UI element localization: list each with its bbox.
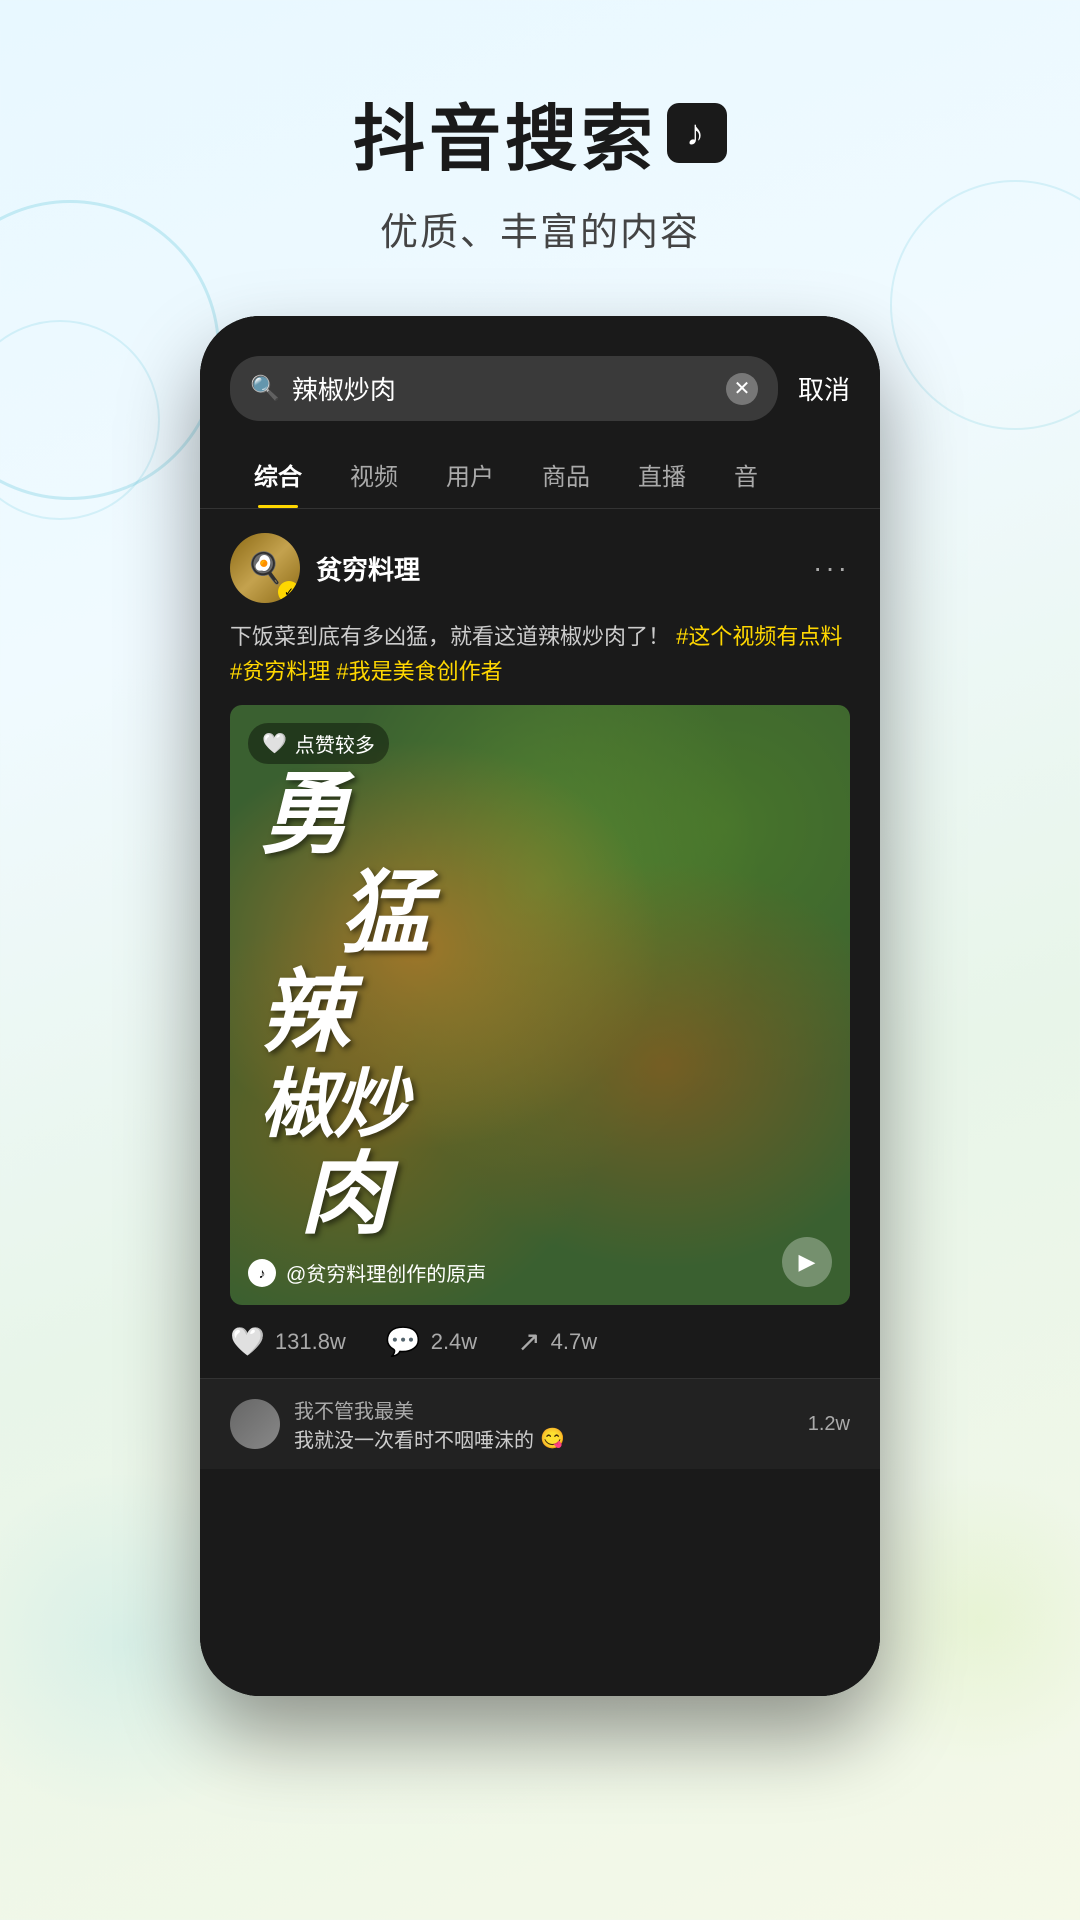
post-card: 🍳 ✓ 贫穷料理 ··· 下饭菜到底有多凶猛，就看这道辣椒炒肉了！ #这个视频有… bbox=[200, 509, 880, 1378]
search-bar-area: 🔍 辣椒炒肉 ✕ 取消 bbox=[200, 316, 880, 441]
comment-author: 我不管我最美 bbox=[294, 1395, 794, 1424]
tab-视频[interactable]: 视频 bbox=[326, 441, 422, 508]
tab-直播[interactable]: 直播 bbox=[614, 441, 710, 508]
calligraphy-line-1: 勇 bbox=[260, 766, 348, 865]
share-icon: ↗ bbox=[517, 1325, 540, 1358]
author-name: 贫穷料理 bbox=[316, 550, 420, 587]
hashtag-1[interactable]: #这个视频有点料 bbox=[676, 624, 842, 649]
comment-preview: 我不管我最美 我就没一次看时不咽唾沫的 😋 1.2w bbox=[200, 1378, 880, 1469]
phone-wrapper: 🔍 辣椒炒肉 ✕ 取消 综合 视频 用户 商品 bbox=[0, 316, 1080, 1696]
search-clear-button[interactable]: ✕ bbox=[726, 373, 758, 405]
comment-button[interactable]: 💬 2.4w bbox=[386, 1325, 477, 1358]
audio-label: @贫穷料理创作的原声 bbox=[286, 1258, 486, 1287]
main-title-text: 抖音搜索 bbox=[353, 80, 657, 185]
calligraphy-line-5: 肉 bbox=[300, 1146, 388, 1245]
tiktok-mini-icon: ♪ bbox=[248, 1259, 276, 1287]
tabs-bar: 综合 视频 用户 商品 直播 音 bbox=[200, 441, 880, 509]
search-cancel-button[interactable]: 取消 bbox=[798, 370, 850, 407]
search-icon: 🔍 bbox=[250, 374, 280, 403]
tab-商品[interactable]: 商品 bbox=[518, 441, 614, 508]
calligraphy-line-2: 猛 bbox=[340, 865, 428, 964]
video-text-overlay: 勇 猛 辣 椒炒 肉 bbox=[230, 705, 850, 1305]
search-input-box[interactable]: 🔍 辣椒炒肉 ✕ bbox=[230, 356, 778, 421]
tab-综合[interactable]: 综合 bbox=[230, 441, 326, 508]
engagement-bar: 🤍 131.8w 💬 2.4w ↗ 4.7w bbox=[230, 1305, 850, 1378]
comment-texts: 我不管我最美 我就没一次看时不咽唾沫的 😋 bbox=[294, 1395, 794, 1453]
verified-badge: ✓ bbox=[278, 581, 300, 603]
content-area: 🍳 ✓ 贫穷料理 ··· 下饭菜到底有多凶猛，就看这道辣椒炒肉了！ #这个视频有… bbox=[200, 509, 880, 1696]
tiktok-logo-icon bbox=[667, 103, 727, 163]
comment-content: 我就没一次看时不咽唾沫的 😋 bbox=[294, 1424, 794, 1453]
hashtag-2[interactable]: #贫穷料理 bbox=[230, 659, 330, 684]
calligraphy-line-4: 椒炒 bbox=[260, 1063, 406, 1146]
comment-likes: 1.2w bbox=[808, 1413, 850, 1436]
comment-icon: 💬 bbox=[386, 1325, 421, 1358]
heart-icon: 🤍 bbox=[230, 1325, 265, 1358]
header-section: 抖音搜索 优质、丰富的内容 bbox=[0, 0, 1080, 256]
video-thumbnail[interactable]: 🤍 点赞较多 勇 猛 辣 椒炒 肉 ♪ bbox=[230, 705, 850, 1305]
calligraphy-line-3: 辣 bbox=[260, 964, 348, 1063]
avatar: 🍳 ✓ bbox=[230, 533, 300, 603]
share-button[interactable]: ↗ 4.7w bbox=[517, 1325, 597, 1358]
like-button[interactable]: 🤍 131.8w bbox=[230, 1325, 346, 1358]
share-count: 4.7w bbox=[551, 1329, 597, 1355]
audio-bar: ♪ @贫穷料理创作的原声 bbox=[248, 1258, 486, 1287]
search-query-text: 辣椒炒肉 bbox=[292, 370, 714, 407]
more-options-button[interactable]: ··· bbox=[813, 552, 850, 584]
comment-count: 2.4w bbox=[431, 1329, 477, 1355]
post-description: 下饭菜到底有多凶猛，就看这道辣椒炒肉了！ #这个视频有点料 #贫穷料理 #我是美… bbox=[230, 619, 850, 689]
tab-音[interactable]: 音 bbox=[710, 441, 782, 508]
main-title: 抖音搜索 bbox=[0, 80, 1080, 185]
hashtag-3[interactable]: #我是美食创作者 bbox=[336, 659, 502, 684]
comment-emoji: 😋 bbox=[540, 1426, 565, 1451]
tab-用户[interactable]: 用户 bbox=[422, 441, 518, 508]
subtitle: 优质、丰富的内容 bbox=[0, 201, 1080, 256]
phone-screen: 🔍 辣椒炒肉 ✕ 取消 综合 视频 用户 商品 bbox=[200, 316, 880, 1696]
like-count: 131.8w bbox=[275, 1329, 346, 1355]
commenter-avatar bbox=[230, 1399, 280, 1449]
post-header: 🍳 ✓ 贫穷料理 ··· bbox=[230, 533, 850, 603]
phone-mockup: 🔍 辣椒炒肉 ✕ 取消 综合 视频 用户 商品 bbox=[200, 316, 880, 1696]
